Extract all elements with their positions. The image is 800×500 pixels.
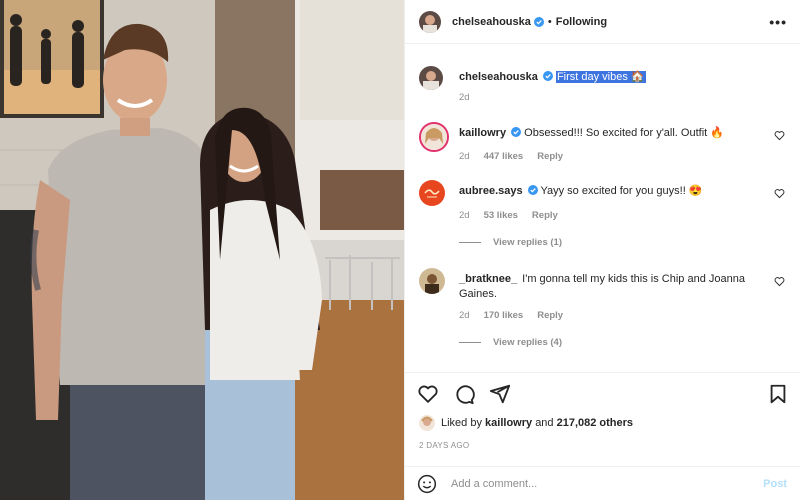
liked-by-others[interactable]: 217,082 others	[557, 417, 633, 429]
comment-meta: 2d 53 likes Reply	[459, 210, 558, 221]
caption-text: First day vibes 🏠	[555, 71, 646, 83]
comment-body: aubree.says Yayy so excited for you guys…	[459, 184, 769, 199]
like-comment-heart-icon[interactable]	[774, 276, 785, 287]
commenter-avatar[interactable]	[419, 180, 445, 206]
caption-body: chelseahouska First day vibes 🏠	[459, 70, 769, 85]
comment-text: Yayy so excited for you guys!! 😍	[540, 185, 703, 197]
add-comment-bar: Post	[405, 466, 800, 500]
comment-username[interactable]: kaillowry	[459, 127, 506, 139]
comment-body: _bratknee_ I'm gonna tell my kids this i…	[459, 272, 769, 302]
instagram-post-view: chelseahouska • Following ••• chelseahou…	[0, 0, 800, 500]
comment-likes[interactable]: 447 likes	[484, 151, 524, 162]
view-replies-label: View replies (4)	[493, 337, 562, 348]
comment-time: 2d	[459, 310, 470, 321]
liked-by-and: and	[535, 417, 554, 429]
caption-username[interactable]: chelseahouska	[459, 71, 538, 83]
post-photo[interactable]	[0, 0, 404, 500]
post-timestamp[interactable]: 2 DAYS AGO	[419, 441, 469, 450]
commenter-avatar[interactable]	[419, 268, 445, 294]
more-options-icon[interactable]: •••	[769, 14, 787, 30]
share-send-icon[interactable]	[489, 383, 511, 405]
comment-likes[interactable]: 170 likes	[484, 310, 524, 321]
comment-time: 2d	[459, 210, 470, 221]
verified-badge-icon	[542, 71, 553, 81]
comments-list[interactable]: chelseahouska First day vibes 🏠 2d kaill…	[405, 44, 800, 372]
comment-username[interactable]: aubree.says	[459, 185, 523, 197]
post-header: chelseahouska • Following •••	[405, 0, 800, 44]
replies-divider	[459, 342, 481, 343]
post-photo-illustration	[0, 0, 404, 500]
header-separator: •	[547, 15, 552, 28]
comment-likes[interactable]: 53 likes	[484, 210, 518, 221]
following-button[interactable]: Following	[556, 16, 607, 28]
comment-text: Obsessed!!! So excited for y'all. Outfit…	[524, 127, 724, 139]
post-panel: chelseahouska • Following ••• chelseahou…	[404, 0, 800, 500]
comment-time: 2d	[459, 151, 470, 162]
replies-divider	[459, 242, 481, 243]
like-comment-heart-icon[interactable]	[774, 130, 785, 141]
comment-input[interactable]	[451, 477, 741, 490]
comment-username[interactable]: _bratknee_	[459, 273, 517, 285]
emoji-icon[interactable]	[417, 474, 437, 494]
caption-time: 2d	[459, 92, 470, 103]
author-username[interactable]: chelseahouska	[452, 16, 531, 28]
like-heart-icon[interactable]	[417, 383, 439, 405]
caption-avatar[interactable]	[419, 66, 443, 90]
like-comment-heart-icon[interactable]	[774, 188, 785, 199]
liked-by: Liked by kaillowry and 217,082 others	[419, 415, 633, 431]
comment-bubble-icon[interactable]	[453, 383, 475, 405]
liked-by-avatar[interactable]	[419, 415, 435, 431]
caption-meta: 2d	[459, 92, 470, 103]
comment-meta: 2d 447 likes Reply	[459, 151, 563, 162]
liked-by-user[interactable]: kaillowry	[485, 417, 532, 429]
verified-badge-icon	[527, 185, 538, 195]
view-replies-button[interactable]: View replies (1)	[459, 237, 562, 248]
liked-by-prefix: Liked by	[441, 417, 482, 429]
commenter-avatar[interactable]	[419, 122, 449, 152]
post-comment-button[interactable]: Post	[763, 478, 787, 490]
post-actions: Liked by kaillowry and 217,082 others 2 …	[405, 372, 800, 466]
save-bookmark-icon[interactable]	[767, 383, 789, 405]
action-icons	[417, 383, 511, 405]
verified-badge-icon	[511, 127, 522, 137]
view-replies-button[interactable]: View replies (4)	[459, 337, 562, 348]
verified-badge-icon	[533, 16, 544, 27]
author-avatar[interactable]	[419, 10, 441, 33]
comment-meta: 2d 170 likes Reply	[459, 310, 563, 321]
reply-button[interactable]: Reply	[537, 310, 563, 321]
comment-body: kaillowry Obsessed!!! So excited for y'a…	[459, 126, 769, 141]
reply-button[interactable]: Reply	[532, 210, 558, 221]
view-replies-label: View replies (1)	[493, 237, 562, 248]
reply-button[interactable]: Reply	[537, 151, 563, 162]
